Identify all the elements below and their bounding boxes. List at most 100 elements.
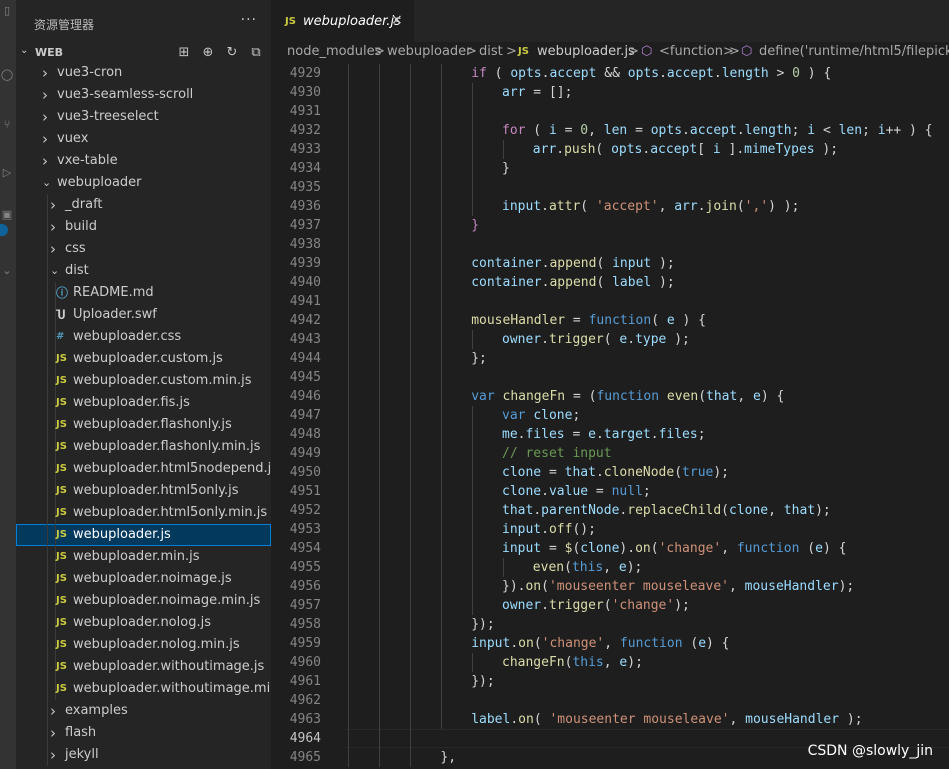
code-text: owner.trigger( e.type ); bbox=[502, 330, 690, 349]
code-token: 'mouseenter mouseleave' bbox=[549, 712, 730, 727]
chevron-right-icon: › bbox=[42, 130, 48, 148]
code-token: on bbox=[518, 712, 534, 727]
close-icon[interactable]: × bbox=[391, 12, 403, 28]
code-token: arr bbox=[674, 199, 698, 214]
indent-guide bbox=[348, 102, 349, 121]
indent-guide bbox=[47, 590, 48, 612]
tree-file[interactable]: JS webuploader.html5nodepend.js bbox=[16, 458, 271, 480]
indent-guide bbox=[410, 729, 411, 748]
tree-file[interactable]: JS webuploader.js bbox=[16, 524, 271, 546]
tree-folder[interactable]: › _draft bbox=[16, 194, 271, 216]
remote-icon[interactable]: ⌄ bbox=[0, 264, 14, 278]
code-token: input bbox=[471, 636, 511, 651]
indent-guide bbox=[472, 653, 473, 672]
indent-guide bbox=[348, 406, 349, 425]
tree-folder[interactable]: › vue3-treeselect bbox=[16, 106, 271, 128]
collapse-icon[interactable]: ⧉ bbox=[247, 44, 265, 62]
run-icon[interactable]: ▷ bbox=[0, 166, 14, 180]
refresh-icon[interactable]: ↻ bbox=[223, 44, 241, 62]
tree-file[interactable]: JS webuploader.custom.js bbox=[16, 348, 271, 370]
breadcrumb-webuploader[interactable]: webuploader bbox=[387, 44, 472, 59]
tree-file[interactable]: JS webuploader.html5only.min.js bbox=[16, 502, 271, 524]
extensions-icon[interactable]: ▣ bbox=[0, 208, 14, 222]
indent-guide bbox=[348, 729, 349, 748]
code-token: . bbox=[556, 142, 565, 157]
code-line: 4956}).on('mouseenter mouseleave', mouse… bbox=[271, 577, 949, 596]
code-token: var bbox=[502, 408, 526, 423]
indent-guide bbox=[47, 656, 48, 678]
indent-guide bbox=[410, 482, 411, 501]
tree-folder[interactable]: › jekyll bbox=[16, 744, 271, 766]
indent-guide bbox=[47, 392, 48, 414]
tree-file[interactable]: JS webuploader.flashonly.min.js bbox=[16, 436, 271, 458]
tree-file[interactable]: Ⴎ Uploader.swf bbox=[16, 304, 271, 326]
tree-file[interactable]: JS webuploader.nolog.min.js bbox=[16, 634, 271, 656]
tree-file[interactable]: JS webuploader.html5only.js bbox=[16, 480, 271, 502]
indent-guide bbox=[379, 748, 380, 767]
breadcrumb-node-modules[interactable]: node_modules bbox=[287, 44, 381, 59]
code-token: opts bbox=[510, 66, 542, 81]
indent-guide bbox=[348, 64, 349, 83]
breadcrumb-file[interactable]: webuploader.js bbox=[537, 44, 635, 59]
code-token: push bbox=[564, 142, 596, 157]
tree-folder[interactable]: › css bbox=[16, 238, 271, 260]
indent-guide bbox=[47, 348, 48, 370]
tree-file[interactable]: JS webuploader.custom.min.js bbox=[16, 370, 271, 392]
code-token: ). bbox=[619, 541, 636, 556]
breadcrumb-define[interactable]: define('runtime/html5/filepicker') bbox=[759, 44, 949, 59]
tree-file[interactable]: # webuploader.css bbox=[16, 326, 271, 348]
tree-file[interactable]: JS webuploader.min.js bbox=[16, 546, 271, 568]
js-file-icon: JS bbox=[56, 419, 67, 430]
tree-item-label: webuploader.html5only.min.js bbox=[73, 505, 268, 520]
code-text: }); bbox=[471, 672, 494, 691]
tree-folder[interactable]: › vue3-cron bbox=[16, 62, 271, 84]
indent-guide bbox=[348, 501, 349, 520]
tree-folder[interactable]: › build bbox=[16, 216, 271, 238]
code-editor[interactable]: 4929 if ( opts.accept && opts.accept.leng… bbox=[271, 64, 949, 769]
tree-folder[interactable]: › vuex bbox=[16, 128, 271, 150]
line-number: 4931 bbox=[289, 104, 321, 119]
tree-file[interactable]: JS webuploader.nolog.js bbox=[16, 612, 271, 634]
indent-guide bbox=[472, 558, 473, 577]
tree-folder[interactable]: › vxe-table bbox=[16, 150, 271, 172]
files-icon[interactable]: ▯ bbox=[0, 4, 14, 18]
tree-folder[interactable]: ⌄ webuploader bbox=[16, 172, 271, 194]
line-number: 4948 bbox=[289, 427, 321, 442]
code-token: . bbox=[510, 636, 519, 651]
indent-guide bbox=[410, 64, 411, 83]
code-token: that bbox=[706, 389, 738, 404]
tree-file[interactable]: ⓘ README.md bbox=[16, 282, 271, 304]
indent-guide bbox=[441, 102, 442, 121]
tree-item-label: dist bbox=[65, 263, 89, 278]
workspace-section-header[interactable]: ⌄ WEB ⊞ ⊕ ↻ ⧉ bbox=[16, 42, 271, 64]
tree-folder[interactable]: ⌄ dist bbox=[16, 260, 271, 282]
indent-guide bbox=[472, 577, 473, 596]
tab-webuploader-js[interactable]: JS webuploader.js × bbox=[271, 0, 414, 42]
tree-file[interactable]: JS webuploader.fis.js bbox=[16, 392, 271, 414]
tree-folder[interactable]: › flash bbox=[16, 722, 271, 744]
tree-file[interactable]: JS webuploader.noimage.min.js bbox=[16, 590, 271, 612]
code-token: = bbox=[541, 541, 565, 556]
code-token: off bbox=[548, 522, 573, 537]
new-folder-icon[interactable]: ⊕ bbox=[199, 44, 217, 62]
line-number: 4945 bbox=[289, 370, 321, 385]
more-actions-icon[interactable]: ··· bbox=[241, 12, 257, 28]
tree-file[interactable]: JS webuploader.noimage.js bbox=[16, 568, 271, 590]
indent-guide bbox=[410, 653, 411, 672]
code-token: . bbox=[541, 332, 549, 347]
js-file-icon: JS bbox=[56, 353, 67, 364]
tree-folder[interactable]: › examples bbox=[16, 700, 271, 722]
tree-folder[interactable]: › vue3-seamless-scroll bbox=[16, 84, 271, 106]
breadcrumb-function[interactable]: <function> bbox=[659, 44, 734, 59]
code-text: } bbox=[471, 216, 479, 235]
indent-guide bbox=[47, 436, 48, 458]
tree-file[interactable]: JS webuploader.withoutimage.js bbox=[16, 656, 271, 678]
code-token: , bbox=[728, 579, 745, 594]
breadcrumb-dist[interactable]: dist bbox=[479, 44, 503, 59]
search-icon[interactable]: ◯ bbox=[0, 68, 14, 82]
tree-file[interactable]: JS webuploader.flashonly.js bbox=[16, 414, 271, 436]
new-file-icon[interactable]: ⊞ bbox=[175, 44, 193, 62]
code-token: = bbox=[627, 123, 651, 138]
tree-file[interactable]: JS webuploader.withoutimage.min.js bbox=[16, 678, 271, 700]
source-control-icon[interactable]: ⑂ bbox=[0, 118, 14, 132]
